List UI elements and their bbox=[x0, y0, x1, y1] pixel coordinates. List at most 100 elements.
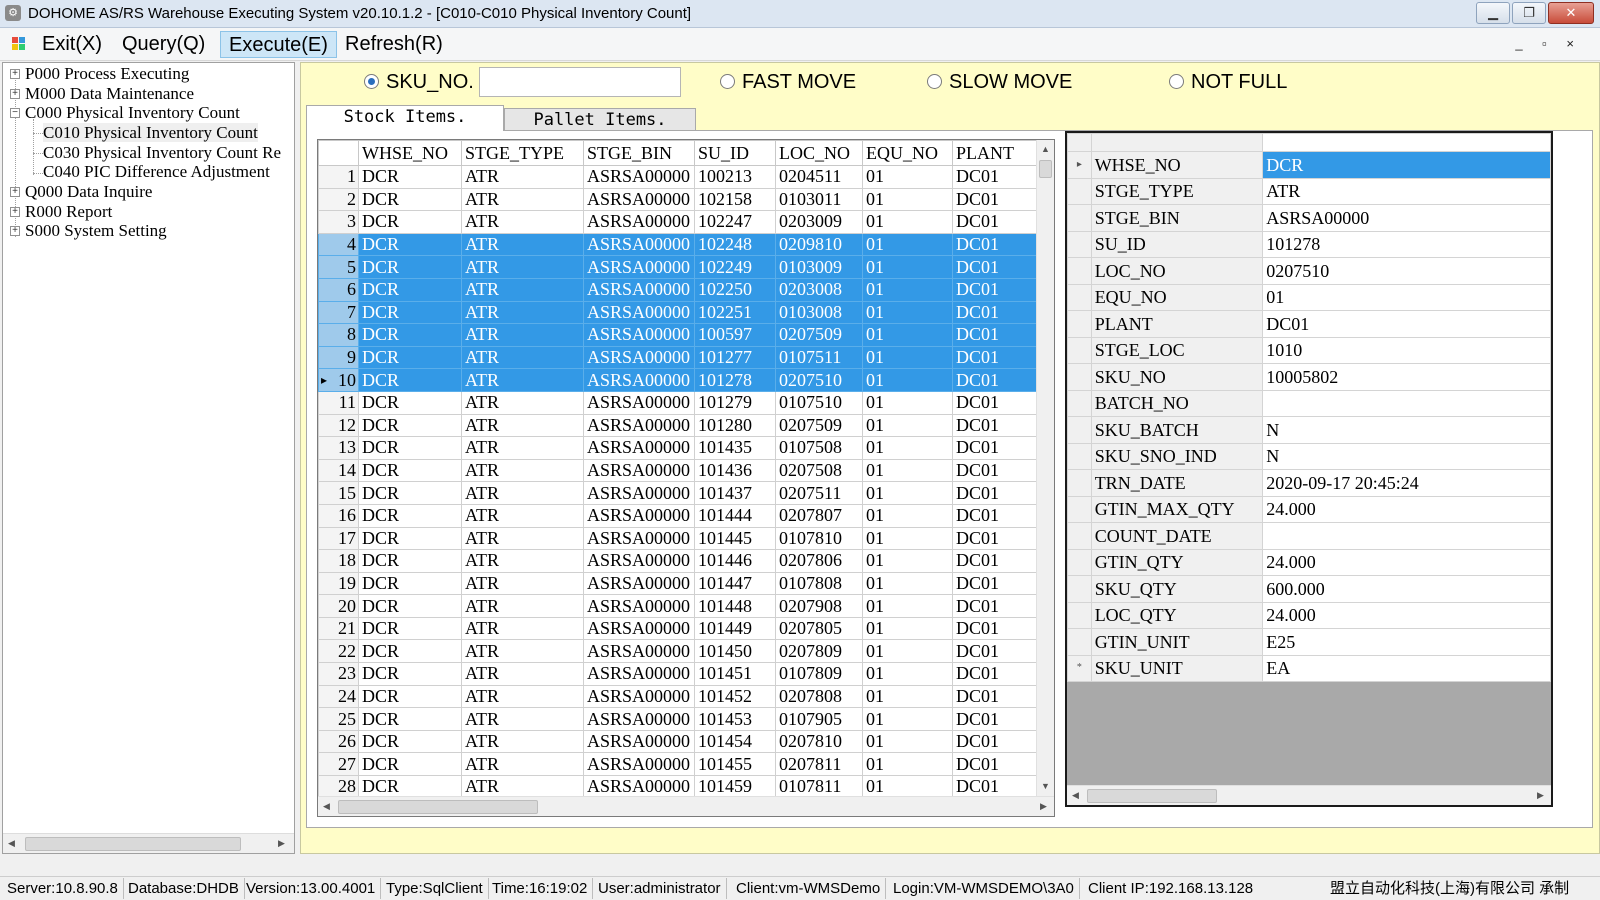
grid-cell[interactable]: DC01 bbox=[952, 639, 1037, 664]
expand-icon[interactable]: + bbox=[10, 69, 20, 79]
grid-cell[interactable]: 0207509 bbox=[775, 413, 863, 438]
grid-cell[interactable]: DCR bbox=[358, 255, 462, 279]
grid-cell[interactable]: 0107810 bbox=[775, 526, 863, 551]
grid-cell[interactable]: ATR bbox=[461, 187, 584, 212]
grid-corner-cell[interactable] bbox=[318, 140, 359, 166]
grid-cell[interactable]: ASRSA00000 bbox=[583, 210, 695, 234]
grid-cell[interactable]: ASRSA00000 bbox=[583, 594, 695, 618]
grid-cell[interactable]: DCR bbox=[358, 345, 462, 370]
row-header[interactable]: 27 bbox=[318, 752, 359, 777]
grid-column-header[interactable]: LOC_NO bbox=[775, 140, 863, 166]
property-row[interactable]: BATCH_NO bbox=[1067, 389, 1551, 417]
grid-cell[interactable]: 0204511 bbox=[775, 165, 863, 189]
grid-cell[interactable]: ATR bbox=[461, 571, 584, 596]
menu-refresh[interactable]: Refresh(R) bbox=[337, 31, 451, 58]
property-value[interactable] bbox=[1262, 389, 1551, 417]
grid-cell[interactable]: DC01 bbox=[952, 503, 1037, 528]
grid-cell[interactable]: DC01 bbox=[952, 390, 1037, 415]
grid-cell[interactable]: DCR bbox=[358, 481, 462, 505]
grid-cell[interactable]: 01 bbox=[862, 436, 953, 460]
grid-cell[interactable]: 0203008 bbox=[775, 277, 863, 302]
grid-column-header[interactable]: SU_ID bbox=[694, 140, 776, 166]
grid-cell[interactable]: ATR bbox=[461, 368, 584, 392]
row-header[interactable]: 5 bbox=[318, 255, 359, 279]
row-header[interactable]: 6 bbox=[318, 277, 359, 302]
grid-column-header[interactable]: WHSE_NO bbox=[358, 140, 462, 166]
grid-cell[interactable]: DC01 bbox=[952, 345, 1037, 370]
grid-cell[interactable]: DC01 bbox=[952, 436, 1037, 460]
scroll-left-icon[interactable]: ◀ bbox=[8, 838, 15, 849]
row-header[interactable]: 23 bbox=[318, 662, 359, 686]
grid-cell[interactable]: 0107809 bbox=[775, 662, 863, 686]
expand-icon[interactable]: + bbox=[10, 226, 20, 236]
grid-cell[interactable]: 102158 bbox=[694, 187, 776, 212]
grid-column-header[interactable]: EQU_NO bbox=[862, 140, 953, 166]
row-header[interactable]: 18 bbox=[318, 549, 359, 573]
table-row[interactable]: 6 DCR ATR ASRSA00000 102250 0203008 01 DC01 bbox=[318, 277, 1037, 302]
property-row[interactable]: SKU_SNO_IND N bbox=[1067, 442, 1551, 470]
grid-cell[interactable]: 0207508 bbox=[775, 458, 863, 483]
grid-cell[interactable]: ATR bbox=[461, 277, 584, 302]
table-row[interactable]: 20 DCR ATR ASRSA00000 101448 0207908 01 DC01 bbox=[318, 594, 1037, 618]
grid-cell[interactable]: 102248 bbox=[694, 232, 776, 257]
grid-cell[interactable]: DCR bbox=[358, 165, 462, 189]
grid-cell[interactable]: 101452 bbox=[694, 684, 776, 709]
scroll-left-icon[interactable]: ◀ bbox=[1072, 790, 1079, 801]
scroll-thumb[interactable] bbox=[1039, 160, 1052, 178]
grid-cell[interactable]: ATR bbox=[461, 458, 584, 483]
property-value[interactable]: 2020-09-17 20:45:24 bbox=[1262, 469, 1551, 497]
tab-stock-items[interactable]: Stock Items. bbox=[306, 105, 504, 131]
grid-cell[interactable]: ASRSA00000 bbox=[583, 255, 695, 279]
minimize-button[interactable]: ▁ bbox=[1476, 2, 1510, 24]
grid-cell[interactable]: 101278 bbox=[694, 368, 776, 392]
grid-cell[interactable]: ATR bbox=[461, 616, 584, 641]
grid-cell[interactable]: ATR bbox=[461, 639, 584, 664]
property-value[interactable]: 24.000 bbox=[1262, 495, 1551, 523]
property-row[interactable]: ▸ WHSE_NO DCR bbox=[1067, 151, 1551, 179]
grid-cell[interactable]: ATR bbox=[461, 413, 584, 438]
grid-cell[interactable]: 101448 bbox=[694, 594, 776, 618]
grid-cell[interactable]: ASRSA00000 bbox=[583, 549, 695, 573]
row-header[interactable]: 13 bbox=[318, 436, 359, 460]
grid-cell[interactable]: 01 bbox=[862, 775, 953, 799]
table-row[interactable]: 17 DCR ATR ASRSA00000 101445 0107810 01 DC01 bbox=[318, 526, 1037, 551]
grid-cell[interactable]: 0207908 bbox=[775, 594, 863, 618]
grid-cell[interactable]: 100597 bbox=[694, 323, 776, 347]
grid-cell[interactable]: DC01 bbox=[952, 775, 1037, 799]
grid-cell[interactable]: DCR bbox=[358, 368, 462, 392]
grid-cell[interactable]: 01 bbox=[862, 165, 953, 189]
grid-cell[interactable]: ASRSA00000 bbox=[583, 526, 695, 551]
grid-cell[interactable]: ASRSA00000 bbox=[583, 775, 695, 799]
grid-cell[interactable]: 01 bbox=[862, 413, 953, 438]
row-header[interactable]: 2 bbox=[318, 187, 359, 212]
table-row[interactable]: 18 DCR ATR ASRSA00000 101446 0207806 01 DC01 bbox=[318, 549, 1037, 573]
tree-node-r000[interactable]: R000 Report bbox=[25, 202, 112, 221]
row-header[interactable]: 4 bbox=[318, 232, 359, 257]
property-value[interactable]: DCR bbox=[1262, 151, 1551, 179]
grid-cell[interactable]: 01 bbox=[862, 300, 953, 325]
grid-cell[interactable]: DCR bbox=[358, 187, 462, 212]
grid-cell[interactable]: DCR bbox=[358, 662, 462, 686]
grid-cell[interactable]: DC01 bbox=[952, 752, 1037, 777]
property-row[interactable]: STGE_BIN ASRSA00000 bbox=[1067, 204, 1551, 232]
grid-cell[interactable]: DC01 bbox=[952, 729, 1037, 754]
table-row[interactable]: 9 DCR ATR ASRSA00000 101277 0107511 01 DC01 bbox=[318, 345, 1037, 370]
restore-button[interactable]: ❐ bbox=[1512, 2, 1546, 24]
row-header[interactable]: 25 bbox=[318, 707, 359, 731]
grid-cell[interactable]: DCR bbox=[358, 684, 462, 709]
grid-cell[interactable]: 102249 bbox=[694, 255, 776, 279]
table-row[interactable]: 14 DCR ATR ASRSA00000 101436 0207508 01 DC01 bbox=[318, 458, 1037, 483]
property-value[interactable]: 0207510 bbox=[1262, 257, 1551, 285]
tree-node-c000[interactable]: C000 Physical Inventory Count bbox=[25, 103, 240, 122]
row-header[interactable]: 1 bbox=[318, 165, 359, 189]
grid-cell[interactable]: 01 bbox=[862, 639, 953, 664]
grid-cell[interactable]: ASRSA00000 bbox=[583, 481, 695, 505]
property-horizontal-scrollbar[interactable]: ◀ ▶ bbox=[1067, 785, 1551, 805]
grid-cell[interactable]: ATR bbox=[461, 662, 584, 686]
tree-horizontal-scrollbar[interactable]: ◀ ▶ bbox=[3, 833, 294, 853]
property-value[interactable]: E25 bbox=[1262, 628, 1551, 656]
table-row[interactable]: 7 DCR ATR ASRSA00000 102251 0103008 01 DC01 bbox=[318, 300, 1037, 325]
grid-cell[interactable]: ASRSA00000 bbox=[583, 165, 695, 189]
grid-cell[interactable]: 01 bbox=[862, 729, 953, 754]
grid-cell[interactable]: DCR bbox=[358, 639, 462, 664]
